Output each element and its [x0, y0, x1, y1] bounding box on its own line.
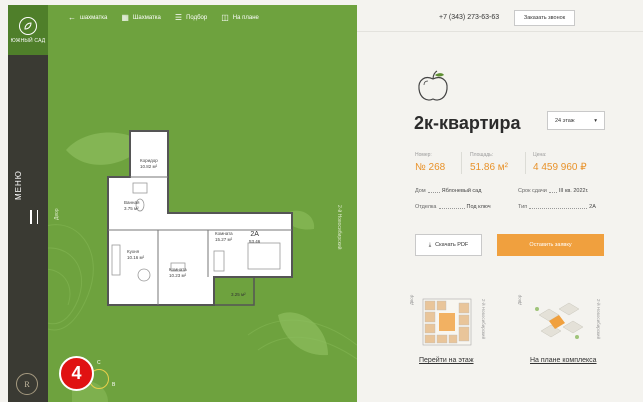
apartment-area: 53.46	[249, 239, 261, 245]
stat-number-value: № 268	[415, 162, 446, 173]
filter-icon: ☰	[174, 13, 183, 22]
step-badge: 4	[59, 356, 94, 391]
room-corridor: Коридор 10.82 м²	[140, 158, 158, 170]
room-area: 10.16 м²	[127, 254, 145, 260]
room-area: 15.27 м²	[215, 236, 233, 242]
apple-icon	[418, 70, 448, 101]
map-icon: ◫	[221, 13, 229, 22]
stat-divider	[525, 152, 526, 174]
dotted-leader	[427, 188, 440, 193]
logo-text: ЮЖНЫЙ САД	[10, 37, 46, 44]
room-name: Комната	[215, 231, 233, 236]
download-icon: ⤓	[428, 241, 432, 248]
stat-number-label: Номер:	[415, 152, 432, 158]
detail-type: Тип 2А	[518, 204, 596, 210]
nav-filter[interactable]: ☰ Подбор	[175, 13, 207, 22]
detail-key: Дом	[415, 188, 426, 194]
sidebar: ЮЖНЫЙ САД МЕНЮ R	[8, 5, 48, 402]
dotted-leader	[548, 188, 557, 193]
stat-area-label: Площадь:	[470, 152, 494, 158]
leaf-logo-icon	[19, 16, 37, 35]
seal-letter: R	[24, 379, 30, 389]
detail-key: Отделка	[415, 204, 437, 210]
stat-price-label: Цена:	[533, 152, 547, 158]
room-area: 3.75 м²	[124, 205, 139, 211]
nav-back[interactable]: ← шахматка	[68, 13, 107, 22]
room-bath: Ванная 3.75 м²	[124, 200, 139, 212]
nav-filter-label: Подбор	[186, 14, 208, 21]
plan-side-label-right: 2-й Новосибирский	[336, 205, 342, 250]
room-area: 10.82 м²	[140, 163, 158, 169]
detail-value: Под ключ	[466, 204, 491, 210]
submit-request-button[interactable]: Оставить заявку	[497, 234, 604, 256]
detail-value: 2А	[589, 204, 596, 210]
room-name: Коридор	[140, 158, 158, 163]
complex-thumb-side-right: 2-й Новосибирский	[596, 299, 601, 339]
arrow-left-icon: ←	[68, 13, 76, 22]
download-pdf-label: Скачать PDF	[435, 242, 469, 248]
detail-value: Яблоневый сад	[441, 188, 482, 194]
floor-thumb-side-right: 2-й Новосибирский	[481, 299, 486, 339]
top-navigation: ← шахматка ▦ Шахматка ☰ Подбор ◫ На план…	[68, 13, 259, 22]
detail-deadline: Срок сдачи III кв. 2022г.	[518, 188, 588, 194]
call-request-button[interactable]: Заказать звонок	[514, 10, 575, 26]
nav-chess-label: Шахматка	[132, 14, 161, 21]
stat-area-value: 51.86 м²	[470, 162, 509, 173]
compass-east: В	[112, 382, 116, 388]
detail-value: III кв. 2022г.	[558, 188, 589, 194]
dotted-leader	[438, 204, 465, 209]
room-living: Комната 15.27 м²	[215, 231, 233, 243]
apartment-info-panel: +7 (343) 273-63-63 Заказать звонок 2к-кв…	[357, 5, 643, 402]
room-area: 10.23 м²	[169, 272, 187, 278]
page: ЮЖНЫЙ САД МЕНЮ R ← шахматка ▦ Шахматка ☰…	[0, 0, 643, 402]
go-to-floor-link[interactable]: Перейти на этаж	[419, 357, 474, 364]
room-kitchen: Кухня 10.16 м²	[127, 249, 144, 261]
nav-back-label: шахматка	[80, 14, 108, 21]
apartment-type-label: 2А 53.46	[249, 231, 260, 245]
compass-north: С	[97, 360, 101, 366]
dotted-leader	[529, 204, 588, 209]
menu-icon[interactable]	[30, 210, 38, 224]
apartment-title: 2к-квартира	[414, 113, 521, 133]
floor-thumbnail[interactable]	[419, 297, 477, 347]
room-name: Ванная	[124, 200, 140, 205]
seal-icon: R	[16, 373, 38, 395]
detail-house: Дом Яблоневый сад	[415, 188, 481, 194]
menu-label[interactable]: МЕНЮ	[14, 170, 23, 200]
floor-select[interactable]: 24 этаж ▾	[547, 111, 605, 130]
logo[interactable]: ЮЖНЫЙ САД	[8, 5, 48, 55]
floor-plan-panel: ← шахматка ▦ Шахматка ☰ Подбор ◫ На план…	[48, 5, 357, 402]
balcony-area: 3.25 м²	[231, 292, 246, 297]
detail-key: Тип	[518, 204, 528, 210]
nav-on-plan-label: На плане	[232, 14, 259, 21]
room-name: Комната	[169, 267, 187, 272]
header-divider	[357, 31, 643, 32]
nav-chess[interactable]: ▦ Шахматка	[121, 13, 161, 22]
download-pdf-button[interactable]: ⤓ Скачать PDF	[415, 234, 482, 256]
plan-side-label-left: Двор	[54, 208, 60, 220]
complex-thumb-side-left: Двор	[517, 294, 522, 305]
detail-key: Срок сдачи	[518, 188, 547, 194]
nav-on-plan[interactable]: ◫ На плане	[221, 13, 259, 22]
room-bedroom: Комната 10.23 м²	[169, 267, 187, 279]
phone-number[interactable]: +7 (343) 273-63-63	[439, 14, 499, 21]
apartment-type: 2А	[250, 231, 259, 238]
detail-finish: Отделка Под ключ	[415, 204, 491, 210]
complex-plan-link[interactable]: На плане комплекса	[530, 357, 597, 364]
grid-icon: ▦	[121, 13, 129, 22]
stat-price-value: 4 459 960 ₽	[533, 162, 587, 173]
chevron-down-icon: ▾	[594, 117, 597, 124]
apartment-plan-drawing[interactable]	[48, 5, 357, 402]
floor-thumb-side-left: Двор	[409, 294, 414, 305]
floor-select-value: 24 этаж	[555, 117, 575, 124]
complex-thumbnail[interactable]	[529, 297, 587, 347]
stat-divider	[461, 152, 462, 174]
